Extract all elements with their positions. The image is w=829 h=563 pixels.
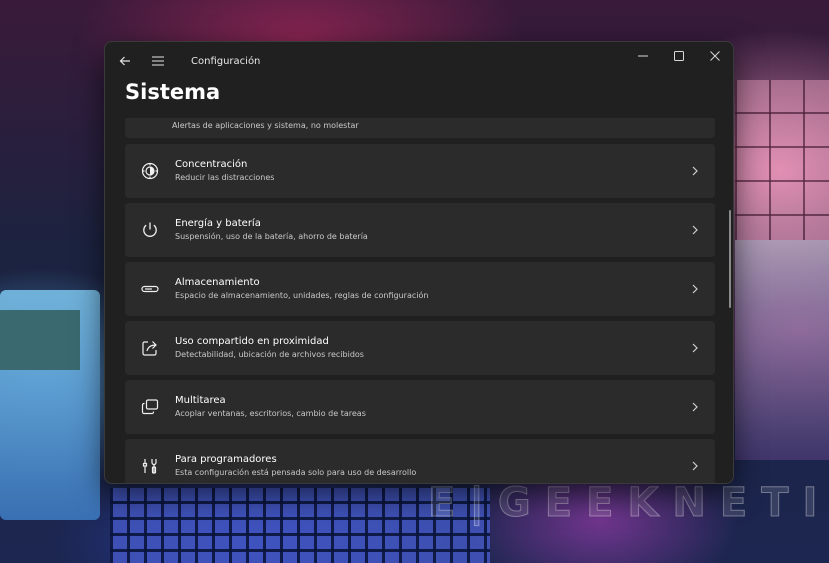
maximize-button[interactable] xyxy=(661,42,697,70)
scrollbar[interactable] xyxy=(729,210,731,308)
background-right-device xyxy=(735,240,829,460)
settings-item-subtitle: Acoplar ventanas, escritorios, cambio de… xyxy=(175,409,366,418)
navigation-menu-button[interactable] xyxy=(143,46,173,76)
close-button[interactable] xyxy=(697,42,733,70)
hamburger-menu-icon xyxy=(152,56,164,66)
multitask-icon xyxy=(127,398,173,416)
close-icon xyxy=(710,51,720,61)
power-icon xyxy=(127,221,173,239)
settings-item-for-developers[interactable]: Para programadores Esta configuración es… xyxy=(125,439,715,483)
settings-item-label: Energía y batería xyxy=(175,218,261,229)
settings-item-subtitle: Detectabilidad, ubicación de archivos re… xyxy=(175,350,364,359)
settings-item-storage[interactable]: Almacenamiento Espacio de almacenamiento… xyxy=(125,262,715,316)
title-bar[interactable]: Configuración xyxy=(105,42,733,80)
settings-item-multitasking[interactable]: Multitarea Acoplar ventanas, escritorios… xyxy=(125,380,715,434)
settings-item-subtitle: Esta configuración está pensada solo par… xyxy=(175,468,417,477)
chevron-right-icon xyxy=(675,166,715,176)
settings-window: Configuración Sistema Alertas de aplicac… xyxy=(104,41,734,484)
chevron-right-icon xyxy=(675,225,715,235)
share-icon xyxy=(127,339,173,357)
settings-item-nearby-sharing[interactable]: Uso compartido en proximidad Detectabili… xyxy=(125,321,715,375)
back-button[interactable] xyxy=(110,46,140,76)
developer-tools-icon xyxy=(127,457,173,475)
settings-item-label: Concentración xyxy=(175,159,248,170)
watermark-logo: E|GEEKNETIC xyxy=(428,480,829,527)
settings-item-label: Uso compartido en proximidad xyxy=(175,336,329,347)
settings-item-label: Para programadores xyxy=(175,454,277,465)
settings-item-notifications[interactable]: Alertas de aplicaciones y sistema, no mo… xyxy=(125,118,715,138)
arrow-left-icon xyxy=(119,56,130,66)
chevron-right-icon xyxy=(675,284,715,294)
settings-item-subtitle: Espacio de almacenamiento, unidades, reg… xyxy=(175,291,429,300)
caption-buttons xyxy=(625,42,733,70)
settings-item-power-battery[interactable]: Energía y batería Suspensión, uso de la … xyxy=(125,203,715,257)
focus-icon xyxy=(127,162,173,180)
app-title: Configuración xyxy=(191,55,261,67)
chevron-right-icon xyxy=(675,343,715,353)
chevron-right-icon xyxy=(675,402,715,412)
settings-item-label: Almacenamiento xyxy=(175,277,260,288)
settings-item-subtitle: Suspensión, uso de la batería, ahorro de… xyxy=(175,232,368,241)
settings-item-focus[interactable]: Concentración Reducir las distracciones xyxy=(125,144,715,198)
storage-icon xyxy=(127,280,173,298)
settings-item-subtitle: Alertas de aplicaciones y sistema, no mo… xyxy=(172,121,359,130)
maximize-icon xyxy=(674,51,684,61)
settings-list[interactable]: Alertas de aplicaciones y sistema, no mo… xyxy=(125,118,715,483)
settings-item-label: Multitarea xyxy=(175,395,226,406)
page-title: Sistema xyxy=(125,80,221,104)
settings-item-subtitle: Reducir las distracciones xyxy=(175,173,275,182)
background-pink-keys xyxy=(735,80,829,240)
minimize-icon xyxy=(638,55,648,57)
chevron-right-icon xyxy=(675,461,715,471)
background-handheld-device xyxy=(0,290,100,520)
minimize-button[interactable] xyxy=(625,42,661,70)
